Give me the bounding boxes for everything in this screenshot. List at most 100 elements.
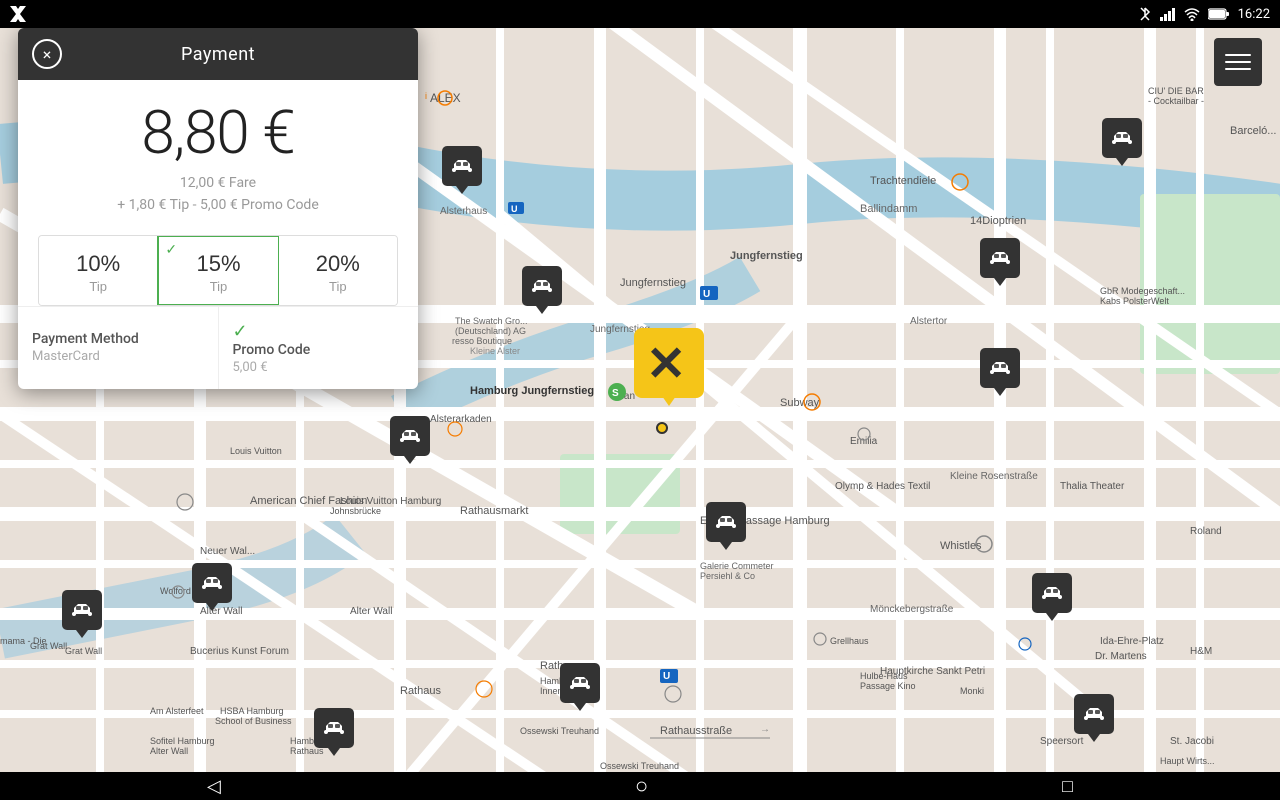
tip-selection: 10% Tip ✓ 15% Tip 20% Tip xyxy=(38,235,398,306)
taxi-marker[interactable] xyxy=(978,238,1022,288)
svg-text:Bucerius Kunst Forum: Bucerius Kunst Forum xyxy=(190,646,289,657)
navigation-bar: ◁ ○ □ xyxy=(0,772,1280,800)
svg-text:Jungfernstieg: Jungfernstieg xyxy=(620,277,686,289)
svg-text:Haupt Wirts...: Haupt Wirts... xyxy=(1160,756,1215,766)
taxi-box xyxy=(980,348,1020,388)
svg-text:Trachtendiele: Trachtendiele xyxy=(870,175,936,187)
svg-text:Wolford: Wolford xyxy=(160,586,191,596)
location-dot xyxy=(656,422,668,434)
svg-text:mama - Die: mama - Die xyxy=(0,636,47,646)
x-logo-icon xyxy=(10,6,26,22)
svg-text:U: U xyxy=(511,204,518,214)
tip-15-button[interactable]: ✓ 15% Tip xyxy=(157,235,279,306)
svg-text:Subway: Subway xyxy=(780,397,820,409)
taxi-pointer xyxy=(1116,158,1128,166)
svg-text:Rathausmarkt: Rathausmarkt xyxy=(460,505,528,517)
taxi-pointer xyxy=(1046,613,1058,621)
taxi-marker[interactable] xyxy=(520,266,564,316)
svg-text:Jungfernstieg: Jungfernstieg xyxy=(730,250,803,262)
payment-method-section[interactable]: Payment Method MasterCard xyxy=(18,307,219,389)
taxi-pointer xyxy=(76,630,88,638)
close-button[interactable]: × xyxy=(32,39,62,69)
svg-text:St. Jacobi: St. Jacobi xyxy=(1170,736,1214,747)
app-logo-marker[interactable]: ✕ xyxy=(634,328,704,402)
wifi-icon xyxy=(1184,7,1200,21)
taxi-box xyxy=(1074,694,1114,734)
svg-text:Ballindamm: Ballindamm xyxy=(860,203,917,215)
svg-text:Louis Vuitton: Louis Vuitton xyxy=(230,446,282,456)
svg-text:Hamburg Jungfernstieg: Hamburg Jungfernstieg xyxy=(470,385,594,397)
taxi-marker[interactable] xyxy=(312,708,356,758)
tip-20-label: Tip xyxy=(289,279,387,294)
taxi-marker[interactable] xyxy=(1100,118,1144,168)
tip-15-percent: 15% xyxy=(169,251,267,277)
svg-text:Ida-Ehre-Platz: Ida-Ehre-Platz xyxy=(1100,636,1164,647)
svg-text:Am Alsterfeet: Am Alsterfeet xyxy=(150,706,204,716)
payment-method-label: Payment Method xyxy=(32,331,204,347)
svg-text:Neuer Wal...: Neuer Wal... xyxy=(200,546,255,557)
promo-code-section[interactable]: ✓ Promo Code 5,00 € xyxy=(219,307,419,389)
svg-text:Johnsbrücke: Johnsbrücke xyxy=(330,506,381,516)
taxi-marker[interactable] xyxy=(60,590,104,640)
svg-text:→: → xyxy=(760,724,770,735)
svg-text:Mönckebergstraße: Mönckebergstraße xyxy=(870,604,954,615)
taxi-marker[interactable] xyxy=(1030,573,1074,623)
taxi-pointer xyxy=(994,388,1006,396)
svg-text:Roland: Roland xyxy=(1190,526,1222,537)
svg-text:Sofitel Hamburg: Sofitel Hamburg xyxy=(150,736,215,746)
battery-icon xyxy=(1208,8,1230,20)
taxi-marker[interactable] xyxy=(978,348,1022,398)
svg-text:Ossewski Treuhand: Ossewski Treuhand xyxy=(520,726,599,736)
svg-text:CIU' DIE BAR: CIU' DIE BAR xyxy=(1148,86,1204,96)
time-display: 16:22 xyxy=(1238,7,1270,22)
hamburger-line xyxy=(1225,61,1251,63)
promo-code-value: 5,00 € xyxy=(233,360,268,375)
svg-text:Hauptkirche Sankt Petri: Hauptkirche Sankt Petri xyxy=(880,666,985,677)
tip-15-label: Tip xyxy=(169,279,267,294)
hamburger-menu-button[interactable] xyxy=(1214,38,1262,86)
taxi-pointer xyxy=(720,542,732,550)
svg-text:Kabs PolsterWelt: Kabs PolsterWelt xyxy=(1100,296,1169,306)
recents-button[interactable]: □ xyxy=(1062,776,1073,797)
svg-text:S: S xyxy=(612,388,619,399)
taxi-marker[interactable] xyxy=(440,146,484,196)
svg-text:Grat Wall: Grat Wall xyxy=(65,646,102,656)
tip-10-percent: 10% xyxy=(49,251,147,277)
svg-text:Galerie Commeter: Galerie Commeter xyxy=(700,561,774,571)
taxi-pointer xyxy=(404,456,416,464)
fare-extra: + 1,80 € Tip - 5,00 € Promo Code xyxy=(117,197,319,213)
taxi-box xyxy=(1102,118,1142,158)
taxi-marker[interactable] xyxy=(704,502,748,552)
payment-panel: × Payment 8,80 € 12,00 € Fare + 1,80 € T… xyxy=(18,28,418,389)
svg-text:(Deutschland) AG: (Deutschland) AG xyxy=(455,326,526,336)
taxi-marker[interactable] xyxy=(190,563,234,613)
svg-text:Emilia: Emilia xyxy=(850,436,878,447)
svg-text:Dr. Martens: Dr. Martens xyxy=(1095,651,1147,662)
promo-code-label: Promo Code xyxy=(233,342,311,358)
taxi-marker[interactable] xyxy=(558,663,602,713)
taxi-pointer xyxy=(994,278,1006,286)
tip-10-label: Tip xyxy=(49,279,147,294)
taxi-marker[interactable] xyxy=(388,416,432,466)
tip-10-button[interactable]: 10% Tip xyxy=(39,236,158,305)
svg-text:Passage Kino: Passage Kino xyxy=(860,681,916,691)
svg-text:Ossewski Treuhand: Ossewski Treuhand xyxy=(600,761,679,771)
svg-text:- Cocktailbar -: - Cocktailbar - xyxy=(1148,96,1204,106)
svg-text:The Swatch Gro...: The Swatch Gro... xyxy=(455,316,528,326)
fare-amount: 8,80 € xyxy=(38,100,398,166)
svg-text:Olymp & Hades Textil: Olymp & Hades Textil xyxy=(835,481,930,492)
payment-title: Payment xyxy=(18,44,418,65)
taxi-box xyxy=(560,663,600,703)
svg-text:Grellhaus: Grellhaus xyxy=(830,636,869,646)
payment-body: 8,80 € 12,00 € Fare + 1,80 € Tip - 5,00 … xyxy=(18,80,418,306)
svg-text:Kleine Rosenstraße: Kleine Rosenstraße xyxy=(950,471,1038,482)
taxi-marker[interactable] xyxy=(1072,694,1116,744)
hamburger-line xyxy=(1225,68,1251,70)
svg-text:✕: ✕ xyxy=(646,338,686,391)
fare-details: 12,00 € Fare + 1,80 € Tip - 5,00 € Promo… xyxy=(38,172,398,217)
svg-text:Alter Wall: Alter Wall xyxy=(150,746,188,756)
tip-20-button[interactable]: 20% Tip xyxy=(279,236,397,305)
home-button[interactable]: ○ xyxy=(635,773,648,799)
back-button[interactable]: ◁ xyxy=(207,776,221,797)
taxi-pointer xyxy=(456,186,468,194)
